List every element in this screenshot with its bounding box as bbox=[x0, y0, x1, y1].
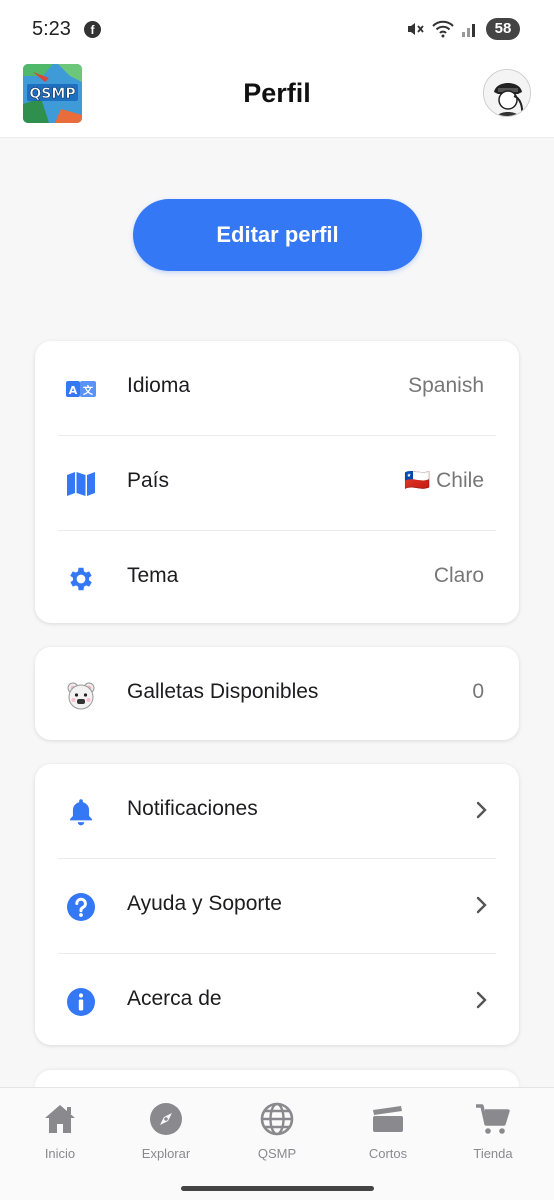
svg-text:文: 文 bbox=[83, 384, 94, 397]
theme-row[interactable]: Tema Claro bbox=[35, 531, 519, 623]
about-label: Acerca de bbox=[127, 987, 222, 1010]
battery-indicator: 58 bbox=[486, 18, 520, 40]
bell-icon bbox=[65, 796, 97, 828]
country-value: 🇨🇱 Chile bbox=[404, 469, 484, 492]
bottom-navigation: Inicio Explorar QSMP Cortos Tienda bbox=[0, 1087, 554, 1200]
notifications-label: Notificaciones bbox=[127, 797, 258, 820]
home-icon bbox=[15, 1100, 105, 1138]
nav-label-store: Tienda bbox=[473, 1146, 513, 1161]
edit-profile-button[interactable]: Editar perfil bbox=[133, 199, 422, 271]
svg-text:A: A bbox=[69, 384, 78, 397]
about-row[interactable]: Acerca de bbox=[35, 954, 519, 1045]
cart-icon bbox=[448, 1100, 538, 1138]
nav-item-qsmp[interactable]: QSMP bbox=[232, 1100, 322, 1161]
home-indicator[interactable] bbox=[181, 1186, 374, 1191]
globe-icon bbox=[232, 1100, 322, 1138]
bear-icon bbox=[65, 679, 97, 711]
compass-icon bbox=[121, 1100, 211, 1138]
map-icon bbox=[65, 468, 97, 500]
language-row[interactable]: A文 Idioma Spanish bbox=[35, 341, 519, 436]
mute-icon bbox=[405, 19, 425, 39]
info-icon bbox=[65, 986, 97, 1018]
language-value: Spanish bbox=[408, 374, 484, 397]
country-label: País bbox=[127, 469, 170, 492]
cookies-card: Galletas Disponibles 0 bbox=[35, 647, 519, 740]
translate-icon: A文 bbox=[65, 373, 97, 405]
status-icons: 58 bbox=[405, 18, 520, 40]
nav-label-qsmp: QSMP bbox=[257, 1146, 297, 1161]
status-bar: 5:23 f 58 bbox=[0, 0, 554, 58]
facebook-icon: f bbox=[84, 21, 101, 38]
language-label: Idioma bbox=[127, 374, 191, 397]
nav-label-shorts: Cortos bbox=[368, 1146, 408, 1161]
menu-card: Notificaciones Ayuda y Soporte Acerca de bbox=[35, 764, 519, 1045]
cookies-value: 0 bbox=[472, 680, 484, 703]
theme-label: Tema bbox=[127, 564, 179, 587]
status-time: 5:23 bbox=[32, 18, 71, 40]
nav-item-shorts[interactable]: Cortos bbox=[343, 1100, 433, 1161]
chevron-right-icon bbox=[475, 991, 487, 1014]
nav-item-store[interactable]: Tienda bbox=[448, 1100, 538, 1161]
country-row[interactable]: País 🇨🇱 Chile bbox=[35, 436, 519, 531]
help-icon bbox=[65, 891, 97, 923]
settings-card: A文 Idioma Spanish País 🇨🇱 Chile Tema Cla… bbox=[35, 341, 519, 623]
nav-item-explore[interactable]: Explorar bbox=[121, 1100, 211, 1161]
notifications-row[interactable]: Notificaciones bbox=[35, 764, 519, 859]
nav-label-explore: Explorar bbox=[141, 1146, 191, 1161]
theme-value: Claro bbox=[433, 564, 484, 587]
cookies-label: Galletas Disponibles bbox=[127, 680, 319, 703]
wifi-icon bbox=[432, 20, 454, 38]
chevron-right-icon bbox=[475, 896, 487, 919]
signal-icon bbox=[461, 20, 479, 38]
clapperboard-icon bbox=[343, 1100, 433, 1138]
help-label: Ayuda y Soporte bbox=[127, 892, 282, 915]
chevron-right-icon bbox=[475, 801, 487, 824]
nav-item-home[interactable]: Inicio bbox=[15, 1100, 105, 1161]
nav-label-home: Inicio bbox=[44, 1146, 76, 1161]
help-row[interactable]: Ayuda y Soporte bbox=[35, 859, 519, 954]
cookies-row[interactable]: Galletas Disponibles 0 bbox=[35, 647, 519, 740]
page-title: Perfil bbox=[243, 78, 311, 108]
avatar[interactable] bbox=[483, 69, 531, 117]
gear-icon bbox=[65, 563, 97, 595]
app-header: QSMP Perfil bbox=[0, 58, 554, 138]
